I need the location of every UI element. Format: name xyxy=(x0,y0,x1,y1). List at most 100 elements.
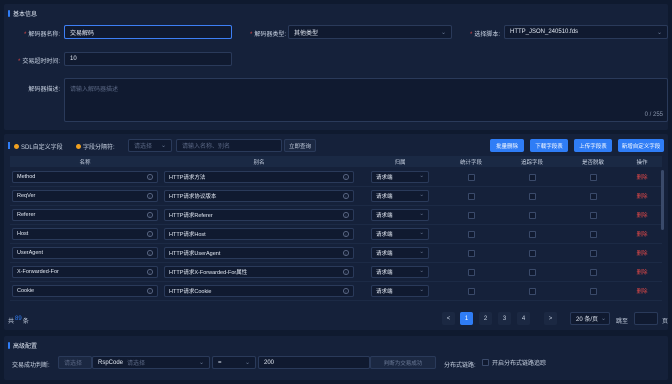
info-icon[interactable]: i xyxy=(343,250,349,256)
trace-field-checkbox[interactable] xyxy=(528,211,536,219)
stat-field-checkbox[interactable] xyxy=(467,211,475,219)
trace-field-checkbox[interactable] xyxy=(528,268,536,276)
mask-field-checkbox[interactable] xyxy=(589,230,597,238)
sdl-custom-field-toggle[interactable]: SDL自定义字段 xyxy=(14,142,63,151)
field-name-input[interactable]: Cookie i xyxy=(12,285,158,297)
field-name-input[interactable]: ReqVer i xyxy=(12,190,158,202)
field-name-input[interactable]: Method i xyxy=(12,171,158,183)
query-button[interactable]: 立即查询 xyxy=(284,139,316,152)
owner-select[interactable]: 请求端 ⌄ xyxy=(371,266,429,278)
mask-field-checkbox[interactable] xyxy=(589,211,597,219)
stat-field-checkbox[interactable] xyxy=(467,230,475,238)
trace-field-checkbox[interactable] xyxy=(528,173,536,181)
owner-select[interactable]: 请求端 ⌄ xyxy=(371,209,429,221)
page-prev-button[interactable]: < xyxy=(442,312,455,325)
field-alias-input[interactable]: HTTP请求Cookie i xyxy=(164,285,354,297)
info-icon[interactable]: i xyxy=(147,231,153,237)
distributed-trace-checkbox[interactable]: 开启分布式链路追踪 xyxy=(482,358,546,367)
field-alias-input[interactable]: HTTP请求方法 i xyxy=(164,171,354,183)
stat-field-checkbox[interactable] xyxy=(467,192,475,200)
success-judge-label: 交易成功判断: xyxy=(12,363,50,369)
field-alias-input[interactable]: HTTP请求Host i xyxy=(164,228,354,240)
page-number-button[interactable]: 1 xyxy=(460,312,473,325)
trace-field-checkbox[interactable] xyxy=(528,249,536,257)
decoder-name-input[interactable]: 交易解码 xyxy=(64,25,232,39)
trace-field-checkbox[interactable] xyxy=(528,287,536,295)
trace-field-checkbox[interactable] xyxy=(528,192,536,200)
delete-link[interactable]: 删除 xyxy=(636,173,647,181)
col-header-name: 名称 xyxy=(79,159,91,166)
info-icon[interactable]: i xyxy=(147,288,153,294)
trace-field-checkbox[interactable] xyxy=(528,230,536,238)
operator-select[interactable]: = ⌄ xyxy=(212,356,256,369)
info-icon[interactable]: i xyxy=(343,288,349,294)
owner-select[interactable]: 请求端 ⌄ xyxy=(371,171,429,183)
owner-select[interactable]: 请求端 ⌄ xyxy=(371,285,429,297)
delete-link[interactable]: 删除 xyxy=(636,230,647,238)
fields-toolbar: SDL自定义字段 字段分隔符: 请选择 ⌄ 请输入名称、别名 立即查询 批量删除… xyxy=(8,139,664,152)
distributed-label: 分布式链路: xyxy=(444,363,476,369)
stat-field-checkbox[interactable] xyxy=(467,173,475,181)
delete-link[interactable]: 删除 xyxy=(636,192,647,200)
info-icon[interactable]: i xyxy=(343,212,349,218)
delete-link[interactable]: 删除 xyxy=(636,268,647,276)
rspcode-select[interactable]: RspCode 请选择 ⌄ xyxy=(92,356,210,369)
field-alias-input[interactable]: HTTP请求协议版本 i xyxy=(164,190,354,202)
field-name-input[interactable]: Referer i xyxy=(12,209,158,221)
field-name-input[interactable]: UserAgent i xyxy=(12,247,158,259)
search-input[interactable]: 请输入名称、别名 xyxy=(176,139,282,152)
info-icon[interactable]: i xyxy=(343,193,349,199)
stat-field-checkbox[interactable] xyxy=(467,268,475,276)
success-field-select[interactable]: 请选择 xyxy=(58,356,92,369)
mask-field-checkbox[interactable] xyxy=(589,268,597,276)
page-number-button[interactable]: 3 xyxy=(498,312,511,325)
info-icon[interactable]: i xyxy=(147,212,153,218)
field-alias-input[interactable]: HTTP请求X-Forwarded-For属性 i xyxy=(164,266,354,278)
owner-select[interactable]: 请求端 ⌄ xyxy=(371,190,429,202)
chevron-down-icon: ⌄ xyxy=(419,287,424,293)
stat-field-checkbox[interactable] xyxy=(467,287,475,295)
mask-field-checkbox[interactable] xyxy=(589,173,597,181)
info-icon[interactable]: i xyxy=(147,250,153,256)
owner-select[interactable]: 请求端 ⌄ xyxy=(371,228,429,240)
goto-page-input[interactable] xyxy=(634,312,658,325)
stat-field-checkbox[interactable] xyxy=(467,249,475,257)
info-icon[interactable]: i xyxy=(147,269,153,275)
decoder-type-select[interactable]: 其他类型 ⌄ xyxy=(288,25,452,39)
page-number-button[interactable]: 4 xyxy=(517,312,530,325)
field-name-input[interactable]: X-Forwarded-For i xyxy=(12,266,158,278)
separator-select[interactable]: 请选择 ⌄ xyxy=(128,139,172,152)
chevron-down-icon: ⌄ xyxy=(198,360,204,366)
info-icon[interactable]: i xyxy=(343,174,349,180)
mask-field-checkbox[interactable] xyxy=(589,287,597,295)
batch-delete-button[interactable]: 批量删除 xyxy=(490,139,524,152)
delete-link[interactable]: 删除 xyxy=(636,287,647,295)
mask-field-checkbox[interactable] xyxy=(589,249,597,257)
judge-success-button[interactable]: 判断为交易成功 xyxy=(370,356,436,369)
table-row: Host i HTTP请求Host i 请求端 ⌄ 删除 xyxy=(10,225,662,244)
delete-link[interactable]: 删除 xyxy=(636,211,647,219)
info-icon[interactable]: i xyxy=(147,174,153,180)
timeout-input[interactable]: 10 xyxy=(64,52,232,66)
download-template-button[interactable]: 下载字段表 xyxy=(530,139,568,152)
col-header-mask: 是否脱敏 xyxy=(581,159,604,166)
add-custom-field-button[interactable]: 新增自定义字段 xyxy=(618,139,664,152)
page-number-button[interactable]: 2 xyxy=(479,312,492,325)
delete-link[interactable]: 删除 xyxy=(636,249,647,257)
description-textarea[interactable]: 请输入解码器描述 0 / 255 xyxy=(64,78,668,122)
field-alias-input[interactable]: HTTP请求Referer i xyxy=(164,209,354,221)
info-icon[interactable]: i xyxy=(343,231,349,237)
success-value-input[interactable]: 200 xyxy=(258,356,370,369)
section-marker xyxy=(8,142,10,149)
info-icon[interactable]: i xyxy=(343,269,349,275)
mask-field-checkbox[interactable] xyxy=(589,192,597,200)
script-select[interactable]: HTTP_JSON_240510.fds ⌄ xyxy=(504,25,668,39)
upload-fields-button[interactable]: 上传字段表 xyxy=(574,139,612,152)
page-next-button[interactable]: > xyxy=(544,312,557,325)
field-alias-input[interactable]: HTTP请求UserAgent i xyxy=(164,247,354,259)
page-size-select[interactable]: 20 条/页 ⌄ xyxy=(570,312,610,325)
table-scrollbar[interactable] xyxy=(661,170,664,230)
info-icon[interactable]: i xyxy=(147,193,153,199)
field-name-input[interactable]: Host i xyxy=(12,228,158,240)
owner-select[interactable]: 请求端 ⌄ xyxy=(371,247,429,259)
